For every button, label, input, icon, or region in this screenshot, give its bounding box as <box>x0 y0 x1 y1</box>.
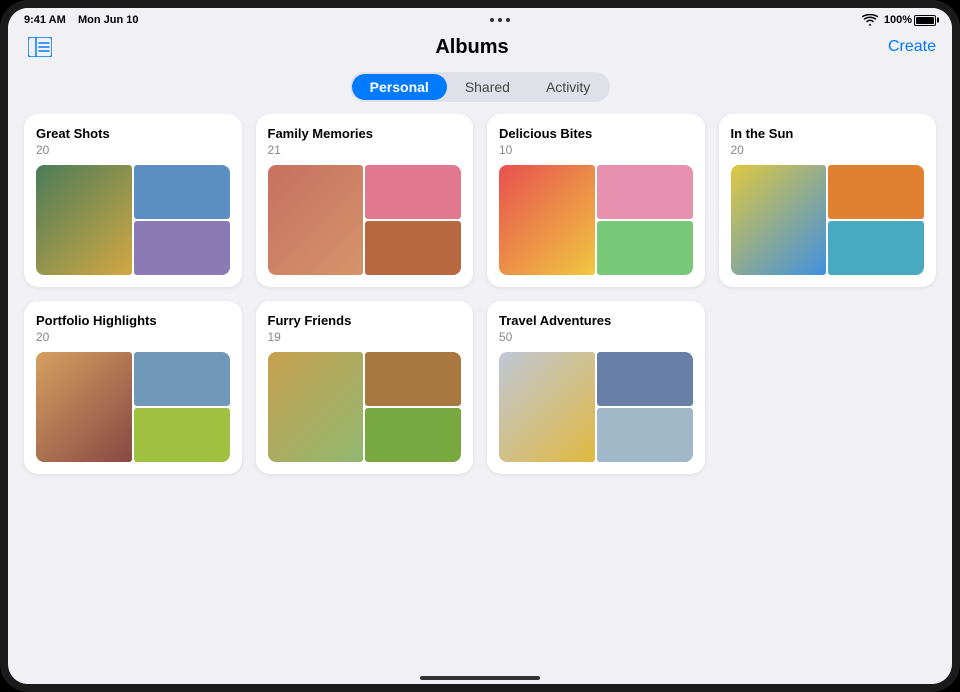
album-title: Delicious Bites <box>499 126 693 141</box>
album-title: In the Sun <box>731 126 925 141</box>
photo-cell-1 <box>134 165 230 219</box>
date-display: Mon Jun 10 <box>78 14 139 26</box>
album-card-travel-adventures[interactable]: Travel Adventures 50 <box>487 301 705 474</box>
album-count: 20 <box>36 330 230 344</box>
album-title: Furry Friends <box>268 313 462 328</box>
ipad-screen: 9:41 AM Mon Jun 10 100% <box>8 8 952 684</box>
photo-cell-1 <box>365 352 461 406</box>
album-title: Family Memories <box>268 126 462 141</box>
photo-cell-1 <box>134 352 230 406</box>
albums-content: Great Shots 20 Family Memories 21 Delicious … <box>8 114 952 670</box>
home-indicator <box>8 670 952 684</box>
battery-body <box>914 15 936 26</box>
album-photo-grid <box>731 165 925 275</box>
ipad-frame: 9:41 AM Mon Jun 10 100% <box>0 0 960 692</box>
album-card-delicious-bites[interactable]: Delicious Bites 10 <box>487 114 705 287</box>
photo-cell-1 <box>828 165 924 219</box>
nav-bar: Albums Create <box>8 30 952 68</box>
album-count: 20 <box>731 143 925 157</box>
seg-inner: Personal Shared Activity <box>350 72 611 102</box>
album-photo-grid <box>36 352 230 462</box>
home-bar <box>420 676 540 680</box>
album-card-great-shots[interactable]: Great Shots 20 <box>24 114 242 287</box>
album-card-portfolio-highlights[interactable]: Portfolio Highlights 20 <box>24 301 242 474</box>
photo-cell-1 <box>365 165 461 219</box>
status-center-dots <box>490 18 510 22</box>
albums-grid: Great Shots 20 Family Memories 21 Delicious … <box>24 114 936 474</box>
album-card-family-memories[interactable]: Family Memories 21 <box>256 114 474 287</box>
page-title: Albums <box>435 36 508 59</box>
photo-cell-2 <box>597 408 693 462</box>
album-photo-grid <box>499 165 693 275</box>
photo-cell-2 <box>365 221 461 275</box>
photo-cell-large <box>36 352 132 462</box>
sidebar-toggle-button[interactable] <box>24 34 56 60</box>
album-card-furry-friends[interactable]: Furry Friends 19 <box>256 301 474 474</box>
time-display: 9:41 AM <box>24 14 66 26</box>
photo-cell-large <box>499 165 595 275</box>
photo-cell-2 <box>134 221 230 275</box>
album-photo-grid <box>268 165 462 275</box>
battery-indicator: 100% <box>884 14 936 26</box>
photo-cell-large <box>268 352 364 462</box>
photo-cell-2 <box>134 408 230 462</box>
album-photo-grid <box>268 352 462 462</box>
photo-cell-2 <box>828 221 924 275</box>
photo-cell-large <box>731 165 827 275</box>
photo-cell-large <box>499 352 595 462</box>
photo-cell-2 <box>365 408 461 462</box>
status-time: 9:41 AM Mon Jun 10 <box>24 14 139 26</box>
tab-shared[interactable]: Shared <box>447 74 528 100</box>
status-right: 100% <box>862 14 936 26</box>
album-count: 50 <box>499 330 693 344</box>
album-title: Great Shots <box>36 126 230 141</box>
album-count: 20 <box>36 143 230 157</box>
create-button[interactable]: Create <box>888 38 936 56</box>
album-photo-grid <box>36 165 230 275</box>
tab-personal[interactable]: Personal <box>352 74 447 100</box>
album-count: 10 <box>499 143 693 157</box>
album-title: Portfolio Highlights <box>36 313 230 328</box>
photo-cell-2 <box>597 221 693 275</box>
dot2 <box>498 18 502 22</box>
album-card-in-the-sun[interactable]: In the Sun 20 <box>719 114 937 287</box>
album-title: Travel Adventures <box>499 313 693 328</box>
segmented-control: Personal Shared Activity <box>8 68 952 114</box>
album-photo-grid <box>499 352 693 462</box>
battery-fill <box>916 17 934 24</box>
album-count: 19 <box>268 330 462 344</box>
photo-cell-large <box>36 165 132 275</box>
wifi-icon <box>862 14 878 26</box>
sidebar-icon <box>28 37 52 57</box>
dot3 <box>506 18 510 22</box>
photo-cell-1 <box>597 165 693 219</box>
tab-activity[interactable]: Activity <box>528 74 608 100</box>
status-bar: 9:41 AM Mon Jun 10 100% <box>8 8 952 30</box>
battery-percent: 100% <box>884 14 912 26</box>
album-count: 21 <box>268 143 462 157</box>
photo-cell-large <box>268 165 364 275</box>
photo-cell-1 <box>597 352 693 406</box>
dot1 <box>490 18 494 22</box>
